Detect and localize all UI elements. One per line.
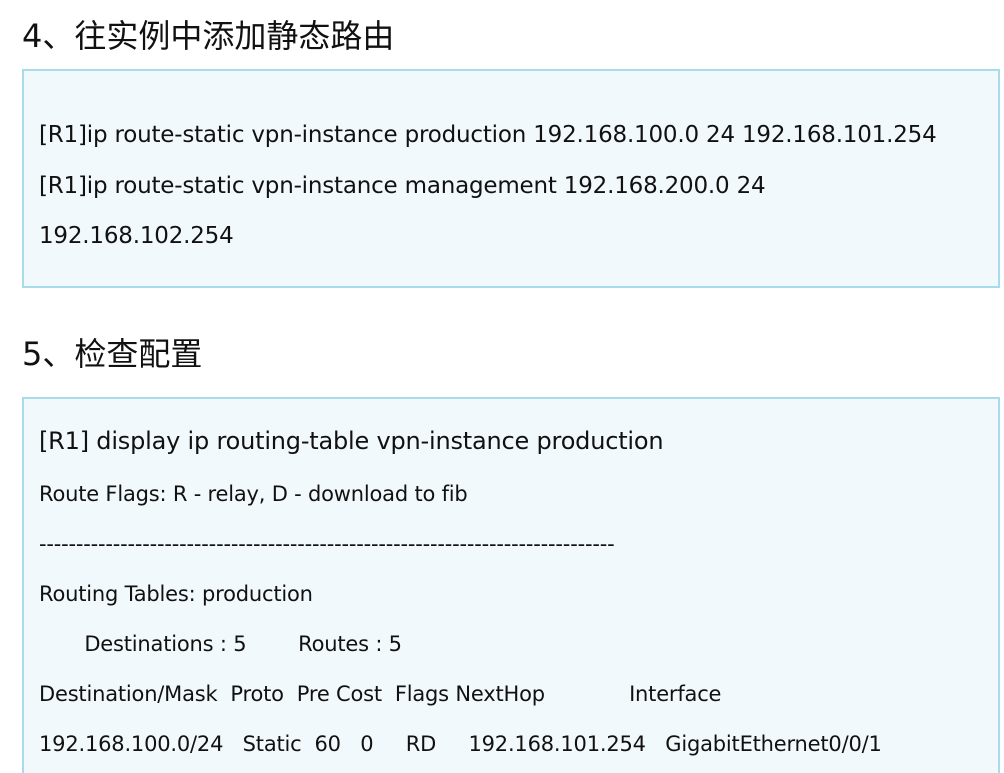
code-block-routing-table: [R1] display ip routing-table vpn-instan…: [22, 397, 1000, 773]
code-line-separator: ----------------------------------------…: [39, 532, 615, 556]
code-line: [R1]ip route-static vpn-instance managem…: [39, 173, 766, 199]
code-line: [R1]ip route-static vpn-instance product…: [39, 122, 937, 148]
code-line-table-row: 192.168.100.0/24 Static 60 0 RD 192.168.…: [39, 732, 882, 756]
code-line: 192.168.102.254: [39, 223, 234, 249]
code-line-command: [R1] display ip routing-table vpn-instan…: [39, 427, 664, 455]
code-line-route-flags: Route Flags: R - relay, D - download to …: [39, 482, 468, 506]
code-block-static-routes: [R1]ip route-static vpn-instance product…: [22, 69, 1000, 288]
code-line-table-header: Destination/Mask Proto Pre Cost Flags Ne…: [39, 682, 722, 706]
section-5-heading: 5、检查配置: [22, 335, 203, 373]
section-4-heading: 4、往实例中添加静态路由: [22, 17, 395, 55]
code-line-routing-tables: Routing Tables: production: [39, 582, 313, 606]
code-line-destinations: Destinations : 5 Routes : 5: [39, 632, 402, 656]
